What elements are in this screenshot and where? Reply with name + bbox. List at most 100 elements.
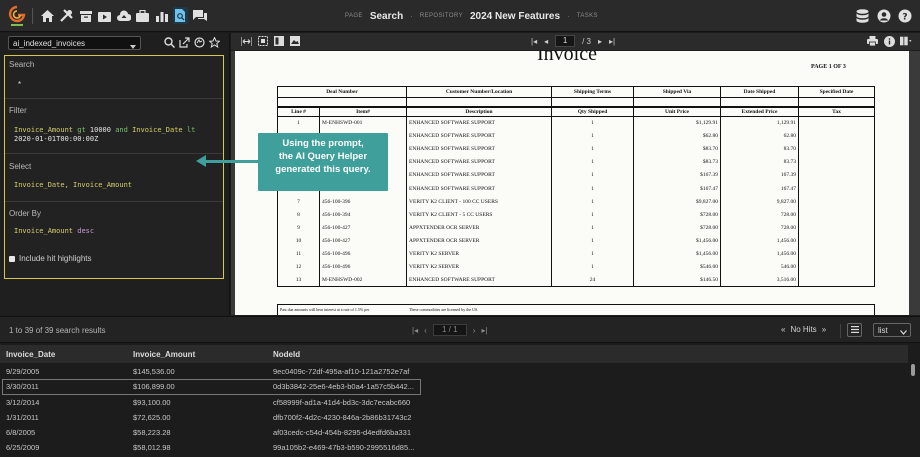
filter-field: Invoice_Amount bbox=[14, 126, 74, 134]
viewer-tools bbox=[241, 35, 300, 47]
next-page-icon[interactable]: › bbox=[473, 326, 476, 335]
filter-input[interactable]: Invoice_Amount gt 10000 and Invoice_Date… bbox=[14, 126, 195, 144]
first-page-icon[interactable]: |◂ bbox=[412, 326, 418, 335]
image-icon[interactable] bbox=[289, 35, 300, 47]
star-icon[interactable] bbox=[208, 36, 220, 49]
print-icon[interactable] bbox=[866, 35, 878, 47]
invoice-item-cell bbox=[798, 142, 875, 156]
archive-icon[interactable] bbox=[78, 7, 93, 24]
prev-hit-icon[interactable]: « bbox=[781, 325, 785, 334]
repository-value[interactable]: 2024 New Features bbox=[470, 11, 560, 22]
items-header: Item# bbox=[319, 107, 407, 117]
search-icon[interactable] bbox=[163, 36, 175, 49]
next-hit-icon[interactable]: » bbox=[822, 325, 826, 334]
invoice-item-cell: 728.00 bbox=[720, 208, 799, 222]
table-row[interactable]: 6/25/2009 $58,012.98 99a105b2-e469-47b3-b5… bbox=[0, 440, 908, 455]
fit-page-icon[interactable] bbox=[257, 35, 268, 47]
home-icon[interactable] bbox=[40, 7, 55, 24]
orderby-label: Order By bbox=[9, 209, 42, 218]
chat-icon[interactable] bbox=[192, 7, 207, 24]
items-header: Unit Price bbox=[633, 107, 721, 117]
upload-icon[interactable] bbox=[116, 7, 131, 24]
callout-line: the AI Query Helper bbox=[278, 151, 368, 162]
invoice-item-cell bbox=[798, 116, 875, 130]
invoice-item-cell: $728.00 bbox=[633, 221, 721, 235]
table-row[interactable]: 1/31/2011 $72,625.00 dfb700f2-4d2c-4230-84… bbox=[0, 410, 908, 425]
page-value[interactable]: Search bbox=[370, 11, 403, 22]
invoice-item-cell: 11 bbox=[277, 247, 320, 261]
document-search-icon[interactable] bbox=[173, 7, 188, 24]
orderby-direction: desc bbox=[77, 227, 95, 235]
ai-helper-icon[interactable] bbox=[193, 36, 205, 49]
hit-highlights-option[interactable]: Include hit highlights bbox=[9, 254, 92, 263]
chart-icon[interactable] bbox=[154, 7, 169, 24]
table-row[interactable]: 3/12/2014 $93,100.00 cf58999f-ad1a-41d4-bd… bbox=[0, 395, 908, 410]
fit-width-icon[interactable] bbox=[241, 35, 252, 47]
info-icon[interactable] bbox=[883, 35, 895, 47]
invoice-item-cell: ENHANCED SOFTWARE SUPPORT bbox=[406, 142, 552, 156]
column-header[interactable]: NodeId bbox=[273, 350, 300, 359]
page-total: / 3 bbox=[582, 36, 592, 46]
invoice-item-cell: 62.80 bbox=[720, 129, 799, 143]
deal-header: Date Shipped bbox=[720, 86, 799, 98]
column-chooser-button[interactable] bbox=[847, 323, 862, 337]
invoice-item-cell bbox=[798, 181, 875, 196]
table-row[interactable]: 3/30/2011 $106,899.00 0d3b3842-25e6-4eb3-b… bbox=[2, 379, 421, 395]
table-cell: $106,899.00 bbox=[133, 382, 175, 392]
page-key: PAGE bbox=[345, 13, 363, 19]
table-row[interactable]: 6/8/2005 $58,223.28 af03cedc-c54d-454b-829… bbox=[0, 425, 908, 440]
search-input[interactable]: * bbox=[18, 80, 21, 89]
invoice-item-cell: 1,456.00 bbox=[720, 234, 799, 248]
prev-page-icon[interactable]: ◂ bbox=[544, 37, 548, 46]
database-icon[interactable] bbox=[855, 7, 870, 24]
app-logo[interactable] bbox=[8, 5, 26, 27]
prev-page-icon[interactable]: ‹ bbox=[424, 326, 427, 335]
last-page-icon[interactable]: ▸| bbox=[481, 326, 487, 335]
capture-icon[interactable] bbox=[97, 7, 112, 24]
first-page-icon[interactable]: |◂ bbox=[531, 37, 537, 46]
top-right-icons: ? bbox=[855, 7, 912, 24]
callout-line: generated this query. bbox=[275, 164, 371, 175]
results-pager: |◂ ‹ 1 / 1 › ▸| bbox=[412, 324, 488, 336]
menu-lines-icon bbox=[850, 324, 859, 336]
table-cell: $58,012.98 bbox=[133, 443, 171, 453]
invoice-item-cell: 3,516.00 bbox=[720, 273, 799, 288]
invoice-title: Invoice bbox=[537, 51, 597, 65]
page-number-input[interactable]: 1 bbox=[555, 35, 576, 47]
orderby-input[interactable]: Invoice_Amount desc bbox=[14, 227, 94, 236]
invoice-item-cell: 1 bbox=[551, 234, 634, 248]
help-icon[interactable]: ? bbox=[897, 7, 912, 24]
breadcrumb: PAGE Search · REPOSITORY 2024 New Featur… bbox=[345, 0, 598, 32]
last-page-icon[interactable]: ▸| bbox=[609, 37, 615, 46]
chevron-down-icon bbox=[900, 327, 907, 338]
user-icon[interactable] bbox=[876, 7, 891, 24]
table-cell: 0d3b3842-25e6-4eb3-b0a4-1a57c5b442... bbox=[273, 382, 414, 392]
invoice-item-cell: 1 bbox=[551, 116, 634, 130]
select-input[interactable]: Invoice_Date, Invoice_Amount bbox=[14, 181, 132, 190]
hit-highlights-checkbox[interactable] bbox=[9, 255, 15, 262]
hit-navigator: « No Hits » bbox=[781, 325, 826, 334]
results-page-input[interactable]: 1 / 1 bbox=[432, 324, 467, 336]
column-header[interactable]: Invoice_Amount bbox=[133, 350, 195, 359]
table-row[interactable]: 9/29/2005 $145,536.00 9ec0409c-72df-495a-a… bbox=[0, 364, 908, 379]
tasks-link[interactable]: TASKS bbox=[577, 13, 598, 19]
results-scrollbar[interactable] bbox=[911, 364, 915, 376]
filter-operator: gt bbox=[77, 126, 86, 134]
thumbnails-icon[interactable] bbox=[273, 35, 284, 47]
view-mode-select[interactable]: list bbox=[873, 323, 911, 337]
layout-menu-icon[interactable] bbox=[900, 35, 912, 47]
export-icon[interactable] bbox=[178, 36, 190, 49]
tools-icon[interactable] bbox=[59, 7, 74, 24]
invoice-item-row: 11 456-100-496 VERITY K2 SERVER 1 $1,456.00 1… bbox=[277, 247, 875, 261]
next-page-icon[interactable]: ▸ bbox=[598, 37, 602, 46]
briefcase-icon[interactable] bbox=[135, 7, 150, 24]
invoice-item-row: 12 456-100-496 VERITY K2 SERVER 1 $546.00 546… bbox=[277, 260, 875, 274]
index-select[interactable]: ai_indexed_invoices bbox=[8, 36, 141, 50]
select-label: Select bbox=[9, 162, 32, 171]
invoice-item-cell: 1,456.00 bbox=[720, 247, 799, 261]
column-header[interactable]: Invoice_Date bbox=[6, 350, 55, 359]
invoice-item-cell: 1 bbox=[551, 247, 634, 261]
invoice-item-cell: $167.39 bbox=[633, 168, 721, 182]
filter-operator: lt bbox=[186, 126, 196, 134]
table-cell: $145,536.00 bbox=[133, 367, 175, 376]
